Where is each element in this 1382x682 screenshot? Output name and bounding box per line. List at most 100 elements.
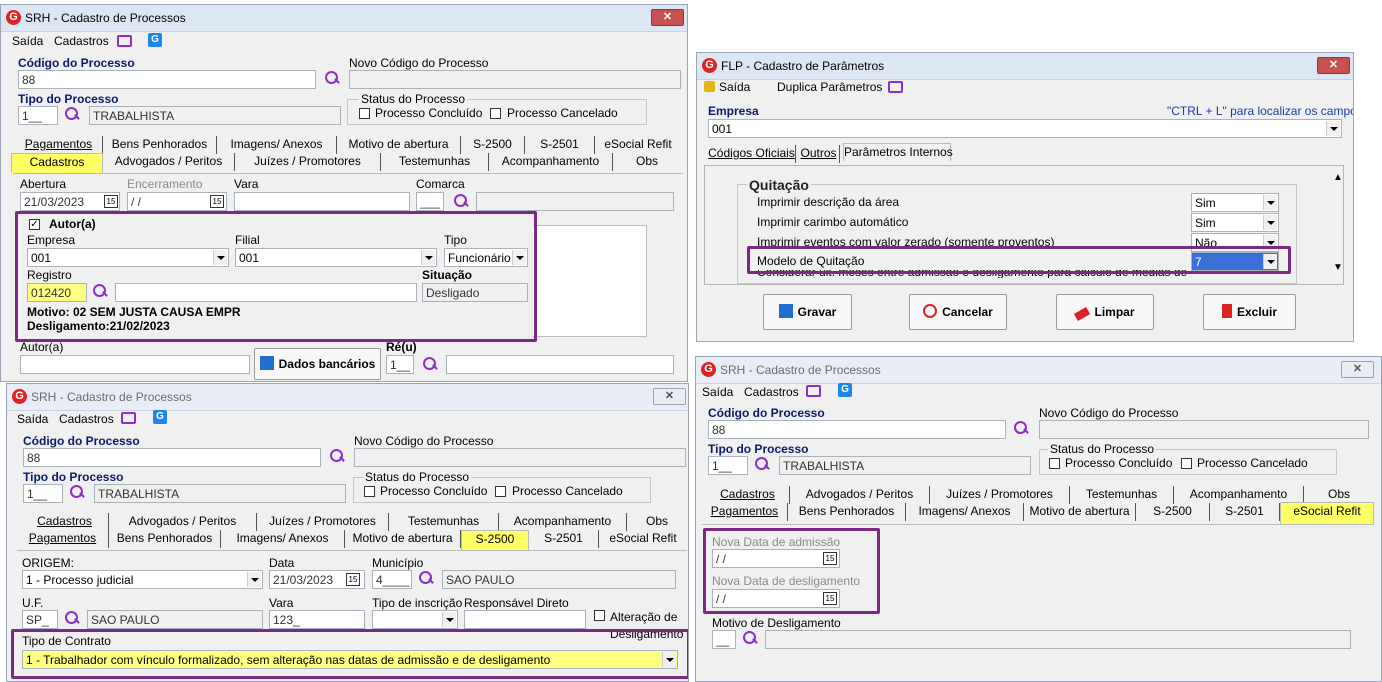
tipo-code-input[interactable]: 1__ <box>18 106 58 125</box>
tab-s2500[interactable]: S-2500 <box>1136 503 1210 521</box>
codigo-input[interactable]: 88 <box>23 448 321 467</box>
tab-s2500[interactable]: S-2500 <box>461 136 525 154</box>
empresa-combo[interactable]: 001 <box>708 119 1342 138</box>
calendar-icon[interactable]: 15 <box>346 573 360 586</box>
tipo-code-input[interactable]: 1__ <box>708 456 748 475</box>
reu-code-input[interactable]: 1__ <box>386 355 414 374</box>
tab-imagens-anexos[interactable]: Imagens/ Anexos <box>217 136 337 154</box>
tab-outros[interactable]: Outros <box>798 145 840 163</box>
tab-obs[interactable]: Obs <box>627 513 687 531</box>
search-icon[interactable] <box>741 630 759 648</box>
menu-cadastros[interactable]: Cadastros <box>54 34 109 48</box>
concluido-checkbox[interactable] <box>1049 458 1060 469</box>
close-button[interactable]: ✕ <box>1341 361 1374 378</box>
menu-saida[interactable]: Saída <box>719 80 750 94</box>
search-icon[interactable] <box>452 193 470 211</box>
search-icon[interactable] <box>328 448 346 466</box>
close-button[interactable]: ✕ <box>653 388 686 405</box>
novo-codigo-input[interactable] <box>1039 420 1369 439</box>
close-button[interactable]: ✕ <box>651 9 684 26</box>
monitor-icon[interactable] <box>888 81 903 93</box>
gravar-button[interactable]: Gravar <box>763 294 852 330</box>
tab-parametros-internos[interactable]: Parâmetros Internos <box>843 143 953 161</box>
close-button[interactable]: ✕ <box>1317 57 1350 74</box>
tab-esocial-refit[interactable]: eSocial Refit <box>599 530 687 548</box>
tipo-inscricao-combo[interactable] <box>372 610 458 629</box>
search-icon[interactable] <box>417 570 435 588</box>
menu-cadastros[interactable]: Cadastros <box>59 412 114 426</box>
cancelado-checkbox[interactable] <box>495 486 506 497</box>
tab-acompanhamento[interactable]: Acompanhamento <box>499 513 627 531</box>
chevron-down-icon[interactable] <box>1326 121 1340 136</box>
concluido-checkbox[interactable] <box>364 486 375 497</box>
tab-obs[interactable]: Obs <box>613 153 681 171</box>
tab-imagens-anexos[interactable]: Imagens/ Anexos <box>221 530 345 548</box>
tab-bens-penhorados[interactable]: Bens Penhorados <box>103 136 217 154</box>
comarca-code-input[interactable]: ___ <box>416 192 444 211</box>
dados-bancarios-button[interactable]: Dados bancários <box>254 348 381 380</box>
cancelado-checkbox[interactable] <box>490 108 501 119</box>
search-icon[interactable] <box>421 356 439 374</box>
tab-bens-penhorados[interactable]: Bens Penhorados <box>788 503 906 521</box>
tipo-code-input[interactable]: 1__ <box>23 484 63 503</box>
tab-bens-penhorados[interactable]: Bens Penhorados <box>109 530 221 548</box>
concluido-checkbox[interactable] <box>359 108 370 119</box>
tab-esocial-refit[interactable]: eSocial Refit <box>595 136 681 154</box>
tab-pagamentos[interactable]: Pagamentos <box>702 503 788 521</box>
scroll-down-icon[interactable]: ▼ <box>1333 262 1343 273</box>
tab-s2500[interactable]: S-2500 <box>461 530 529 550</box>
tab-juizes[interactable]: Juízes / Promotores <box>257 513 389 531</box>
tab-juizes[interactable]: Juízes / Promotores <box>235 153 381 171</box>
chevron-down-icon[interactable] <box>1263 215 1277 230</box>
g-app-icon[interactable]: G <box>148 33 162 47</box>
autor-input[interactable] <box>20 355 250 374</box>
calendar-icon[interactable]: 15 <box>104 195 118 208</box>
uf-code-input[interactable]: SP_ <box>22 610 58 629</box>
tab-cadastros[interactable]: Cadastros <box>21 513 109 531</box>
menu-saida[interactable]: Saída <box>12 34 43 48</box>
scroll-up-icon[interactable]: ▲ <box>1333 172 1343 183</box>
tab-cadastros[interactable]: Cadastros <box>11 153 103 173</box>
g-app-icon[interactable]: G <box>838 383 852 397</box>
tab-pagamentos[interactable]: Pagamentos <box>17 530 109 548</box>
search-icon[interactable] <box>1012 420 1030 438</box>
tab-motivo-abertura[interactable]: Motivo de abertura <box>345 530 461 548</box>
search-icon[interactable] <box>63 610 81 628</box>
novo-codigo-input[interactable] <box>354 448 686 467</box>
param-row-combo[interactable]: Sim <box>1191 193 1279 212</box>
menu-saida[interactable]: Saída <box>702 385 733 399</box>
cancelar-button[interactable]: Cancelar <box>909 294 1007 330</box>
tab-advogados[interactable]: Advogados / Peritos <box>109 513 257 531</box>
tab-testemunhas[interactable]: Testemunhas <box>389 513 499 531</box>
search-icon[interactable] <box>323 70 341 88</box>
limpar-button[interactable]: Limpar <box>1056 294 1154 330</box>
novo-codigo-input[interactable] <box>349 70 681 89</box>
tab-motivo-abertura[interactable]: Motivo de abertura <box>1024 503 1136 521</box>
calendar-icon[interactable]: 15 <box>210 195 224 208</box>
tab-motivo-abertura[interactable]: Motivo de abertura <box>337 136 461 154</box>
param-row-combo[interactable]: Sim <box>1191 213 1279 232</box>
motivo-code-input[interactable]: __ <box>712 630 736 649</box>
tab-pagamentos[interactable]: Pagamentos <box>15 136 103 154</box>
reu-name-input[interactable] <box>446 355 674 374</box>
cancelado-checkbox[interactable] <box>1181 458 1192 469</box>
origem-combo[interactable]: 1 - Processo judicial <box>22 570 263 589</box>
monitor-icon[interactable] <box>121 412 136 424</box>
search-icon[interactable] <box>68 484 86 502</box>
menu-cadastros[interactable]: Cadastros <box>744 385 799 399</box>
tab-s2501[interactable]: S-2501 <box>525 136 595 154</box>
monitor-icon[interactable] <box>806 385 821 397</box>
monitor-icon[interactable] <box>117 35 132 47</box>
tab-codigos-oficiais[interactable]: Códigos Oficiais <box>708 145 796 163</box>
tab-imagens-anexos[interactable]: Imagens/ Anexos <box>906 503 1024 521</box>
tab-testemunhas[interactable]: Testemunhas <box>381 153 489 171</box>
codigo-input[interactable]: 88 <box>18 70 316 89</box>
responsavel-input[interactable] <box>464 610 586 629</box>
municipio-code-input[interactable]: 4____ <box>372 570 412 589</box>
codigo-input[interactable]: 88 <box>708 420 1006 439</box>
tab-esocial-refit[interactable]: eSocial Refit <box>1280 502 1374 524</box>
tab-acompanhamento[interactable]: Acompanhamento <box>489 153 613 171</box>
chevron-down-icon[interactable] <box>1263 195 1277 210</box>
tab-s2501[interactable]: S-2501 <box>1210 503 1280 521</box>
menu-duplica[interactable]: Duplica Parâmetros <box>777 80 882 94</box>
